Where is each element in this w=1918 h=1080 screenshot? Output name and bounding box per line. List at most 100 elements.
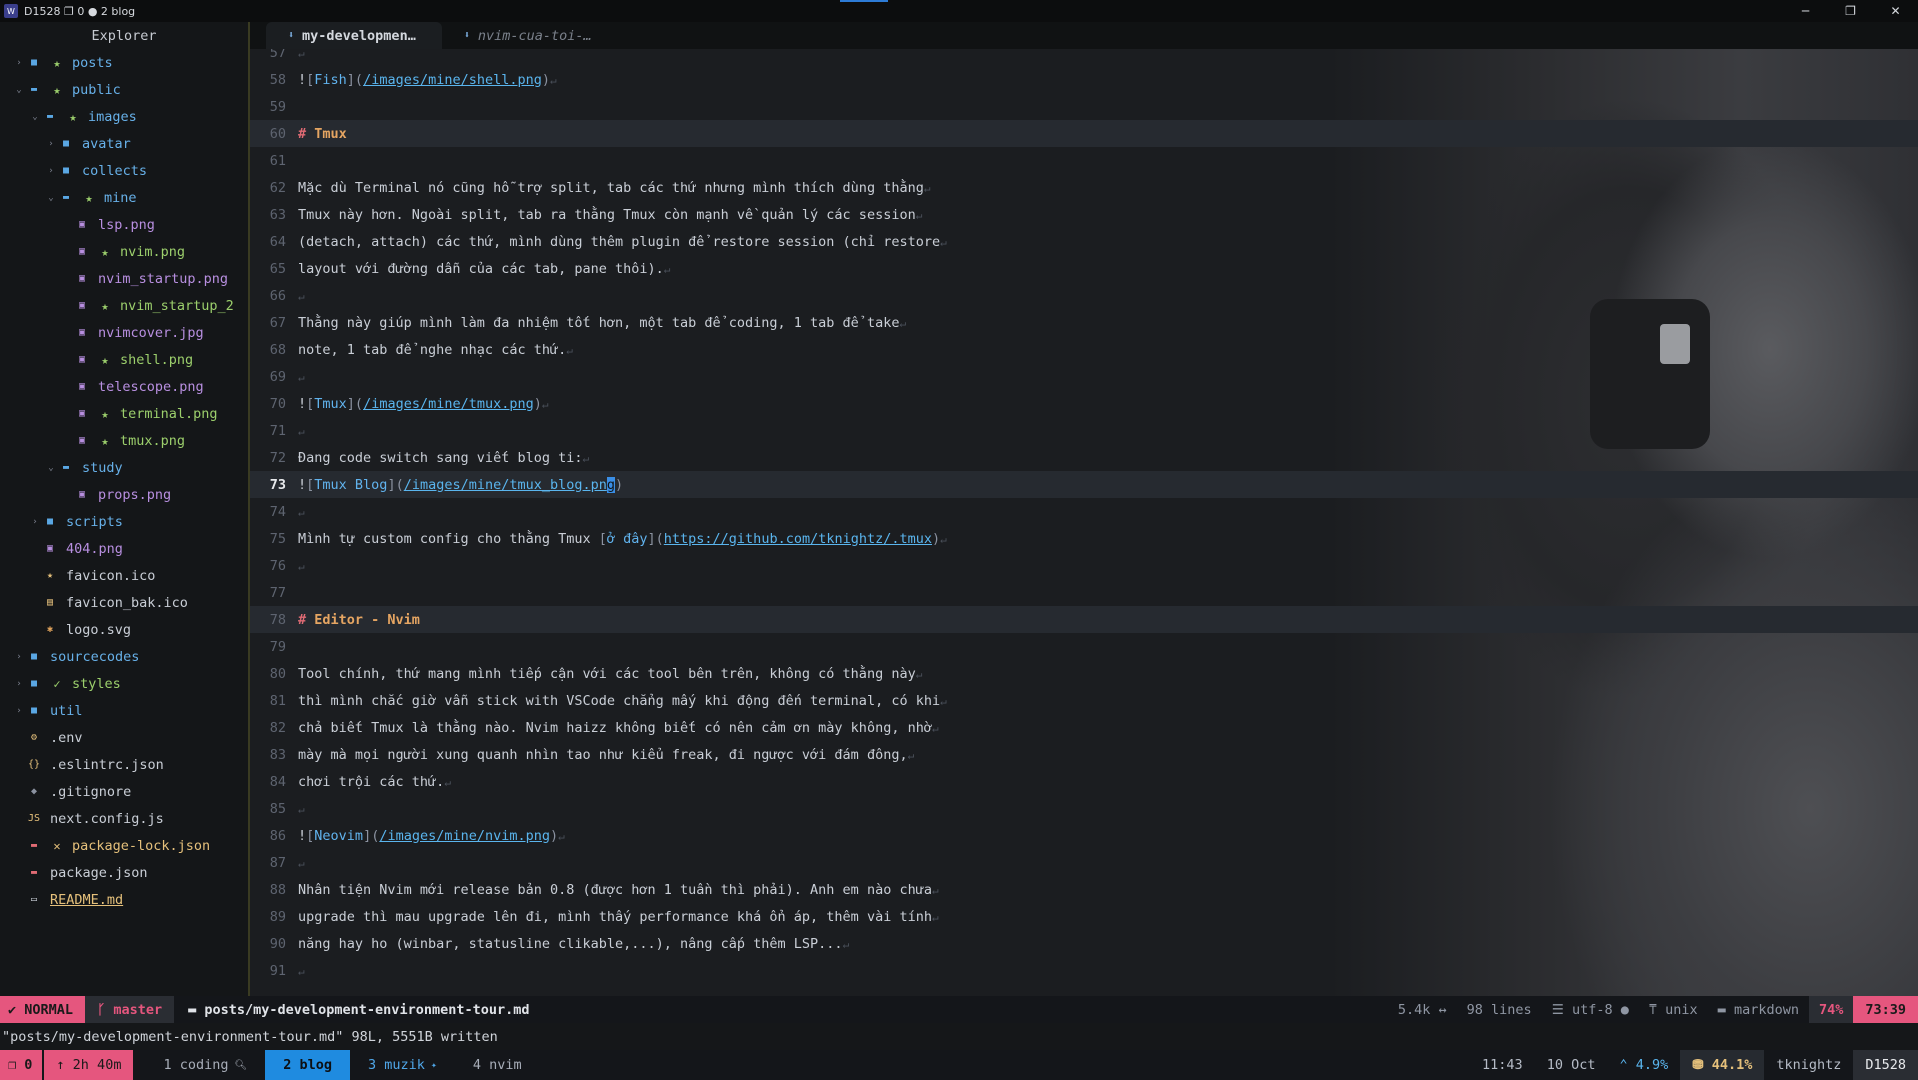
editor-line[interactable]: 70 ![Tmux](/images/mine/tmux.png)↵ bbox=[250, 390, 1918, 417]
chevron-right-icon[interactable]: › bbox=[14, 679, 24, 689]
tree-item[interactable]: › ■ sourcecodes bbox=[0, 643, 248, 670]
editor-line[interactable]: 83 mày mà mọi người xung quanh nhìn tao n… bbox=[250, 741, 1918, 768]
line-number: 66 bbox=[269, 287, 286, 304]
editor-line[interactable]: 63 Tmux này hơn. Ngoài split, tab ra thằn… bbox=[250, 201, 1918, 228]
syntax-punct: ]( bbox=[346, 71, 364, 88]
editor-line[interactable]: 91 ↵ bbox=[250, 957, 1918, 984]
editor-line[interactable]: 78 # Editor - Nvim bbox=[250, 606, 1918, 633]
buffer-tab[interactable]: ⬇ my-developmen… bbox=[266, 22, 442, 49]
editor-line[interactable]: 66 ↵ bbox=[250, 282, 1918, 309]
tree-item[interactable]: ⌄ ▬ ★ public bbox=[0, 76, 248, 103]
editor-line[interactable]: 81 thì mình chắc giờ vẫn stick with VSCod… bbox=[250, 687, 1918, 714]
file-icon: ▬ bbox=[188, 1001, 197, 1018]
editor-line[interactable]: 79 bbox=[250, 633, 1918, 660]
editor-line[interactable]: 57 ↵ bbox=[250, 49, 1918, 66]
editor-line[interactable]: 76 ↵ bbox=[250, 552, 1918, 579]
close-button[interactable]: ✕ bbox=[1873, 0, 1918, 22]
chevron-right-icon[interactable]: › bbox=[30, 517, 40, 527]
tree-item[interactable]: ▣ props.png bbox=[0, 481, 248, 508]
tree-item[interactable]: ⌄ ▬ ★ images bbox=[0, 103, 248, 130]
editor-line[interactable]: 82 chả biết Tmux là thằng nào. Nvim haizz… bbox=[250, 714, 1918, 741]
editor-line[interactable]: 58 ![Fish](/images/mine/shell.png)↵ bbox=[250, 66, 1918, 93]
encoding: ☰ utf-8 ● bbox=[1551, 1001, 1629, 1018]
editor-line[interactable]: 75 Mình tự custom config cho thằng Tmux [… bbox=[250, 525, 1918, 552]
tmux-window-tab[interactable]: 2 blog bbox=[265, 1050, 350, 1080]
tree-item[interactable]: JS next.config.js bbox=[0, 805, 248, 832]
tmux-window-tab[interactable]: 3 muzik ✦ bbox=[350, 1050, 455, 1080]
chevron-down-icon[interactable]: ⌄ bbox=[30, 112, 40, 122]
tree-item[interactable]: ▣ lsp.png bbox=[0, 211, 248, 238]
editor-line[interactable]: 59 bbox=[250, 93, 1918, 120]
chevron-right-icon[interactable]: › bbox=[14, 58, 24, 68]
editor-line[interactable]: 62 Mặc dù Terminal nó cũng hỗ trợ split, … bbox=[250, 174, 1918, 201]
tree-item[interactable]: ⚙ .env bbox=[0, 724, 248, 751]
file-icon: ▣ bbox=[78, 354, 86, 365]
tree-item[interactable]: › ■ util bbox=[0, 697, 248, 724]
tree-item[interactable]: ▬ ✕ package-lock.json bbox=[0, 832, 248, 859]
tree-item[interactable]: › ■ scripts bbox=[0, 508, 248, 535]
editor-line[interactable]: 88 Nhân tiện Nvim mới release bản 0.8 (đư… bbox=[250, 876, 1918, 903]
editor-line[interactable]: 77 bbox=[250, 579, 1918, 606]
tree-item[interactable]: › ■ collects bbox=[0, 157, 248, 184]
buffer-tab[interactable]: ⬇ nvim-cua-toi-… bbox=[442, 22, 618, 49]
minimize-button[interactable]: ─ bbox=[1783, 0, 1828, 22]
tree-item[interactable]: ▣ ★ nvim_startup_2 bbox=[0, 292, 248, 319]
maximize-button[interactable]: ❐ bbox=[1828, 0, 1873, 22]
editor-line[interactable]: 72 Đang code switch sang viết blog ti:↵ bbox=[250, 444, 1918, 471]
tmux-window-tab[interactable]: 4 nvim bbox=[455, 1050, 540, 1080]
chevron-right-icon[interactable]: › bbox=[46, 139, 56, 149]
editor-line[interactable]: 60 # Tmux bbox=[250, 120, 1918, 147]
editor-line[interactable]: 86 ![Neovim](/images/mine/nvim.png)↵ bbox=[250, 822, 1918, 849]
tree-item[interactable]: › ■ avatar bbox=[0, 130, 248, 157]
chevron-right-icon[interactable]: › bbox=[14, 652, 24, 662]
chevron-right-icon[interactable]: › bbox=[14, 706, 24, 716]
editor-line[interactable]: 64 (detach, attach) các thứ, mình dùng th… bbox=[250, 228, 1918, 255]
editor-line[interactable]: 90 năng hay ho (winbar, statusline clikab… bbox=[250, 930, 1918, 957]
chevron-down-icon[interactable]: ⌄ bbox=[14, 85, 24, 95]
editor-line[interactable]: 65 layout với đường dẫn của các tab, pane… bbox=[250, 255, 1918, 282]
editor-line[interactable]: 85 ↵ bbox=[250, 795, 1918, 822]
tree-item[interactable]: ▣ 404.png bbox=[0, 535, 248, 562]
git-branch[interactable]: ᚴ master bbox=[85, 996, 175, 1023]
tree-item[interactable]: ✱ logo.svg bbox=[0, 616, 248, 643]
editor-line[interactable]: 67 Thằng này giúp mình làm đa nhiệm tốt h… bbox=[250, 309, 1918, 336]
tree-item[interactable]: {} .eslintrc.json bbox=[0, 751, 248, 778]
line-number: 75 bbox=[269, 530, 286, 547]
editor-line[interactable]: 69 ↵ bbox=[250, 363, 1918, 390]
tree-item[interactable]: › ■ ★ posts bbox=[0, 49, 248, 76]
tmux-window-tab[interactable]: 1 coding 🔍︎ bbox=[145, 1050, 265, 1080]
tree-item[interactable]: ◆ .gitignore bbox=[0, 778, 248, 805]
tree-item[interactable]: ⌄ ▬ study bbox=[0, 454, 248, 481]
tree-item[interactable]: ▬ package.json bbox=[0, 859, 248, 886]
editor-line[interactable]: 84 chơi trội các thứ.↵ bbox=[250, 768, 1918, 795]
chevron-down-icon[interactable]: ⌄ bbox=[46, 463, 56, 473]
file-icon: {} bbox=[28, 759, 41, 770]
editor-line[interactable]: 68 note, 1 tab để nghe nhạc các thứ.↵ bbox=[250, 336, 1918, 363]
editor-line[interactable]: 80 Tool chính, thứ mang mình tiếp cận với… bbox=[250, 660, 1918, 687]
editor-line[interactable]: 71 ↵ bbox=[250, 417, 1918, 444]
tree-item[interactable]: ▣ ★ nvim.png bbox=[0, 238, 248, 265]
text-span: năng hay ho (winbar, statusline clikable… bbox=[298, 935, 843, 952]
editor-pane[interactable]: 57 ↵ 58 ![Fish](/images/mine/shell.png)↵ 59 6… bbox=[250, 49, 1918, 996]
file-icon: ⚙ bbox=[30, 732, 38, 743]
tree-item-label: shell.png bbox=[120, 351, 194, 368]
tree-item[interactable]: ▣ nvimcover.jpg bbox=[0, 319, 248, 346]
tree-item[interactable]: ★ favicon.ico bbox=[0, 562, 248, 589]
tree-item[interactable]: ⌄ ▬ ★ mine bbox=[0, 184, 248, 211]
tree-item[interactable]: ▣ ★ terminal.png bbox=[0, 400, 248, 427]
editor-line[interactable]: 89 upgrade thì mau upgrade lên đi, mình t… bbox=[250, 903, 1918, 930]
tree-item[interactable]: ▣ ★ tmux.png bbox=[0, 427, 248, 454]
tree-item[interactable]: › ■ ✓ styles bbox=[0, 670, 248, 697]
tree-item[interactable]: ▣ nvim_startup.png bbox=[0, 265, 248, 292]
editor-line[interactable]: 61 bbox=[250, 147, 1918, 174]
editor-line[interactable]: 73 ![Tmux Blog](/images/mine/tmux_blog.pn… bbox=[250, 471, 1918, 498]
tree-item[interactable]: ▤ favicon_bak.ico bbox=[0, 589, 248, 616]
tree-item[interactable]: ▣ telescope.png bbox=[0, 373, 248, 400]
chevron-down-icon[interactable]: ⌄ bbox=[46, 193, 56, 203]
tree-item[interactable]: ▭ README.md bbox=[0, 886, 248, 913]
editor-line[interactable]: 74 ↵ bbox=[250, 498, 1918, 525]
command-line[interactable]: "posts/my-development-environment-tour.m… bbox=[0, 1023, 1918, 1050]
chevron-right-icon[interactable]: › bbox=[46, 166, 56, 176]
editor-line[interactable]: 87 ↵ bbox=[250, 849, 1918, 876]
tree-item[interactable]: ▣ ★ shell.png bbox=[0, 346, 248, 373]
